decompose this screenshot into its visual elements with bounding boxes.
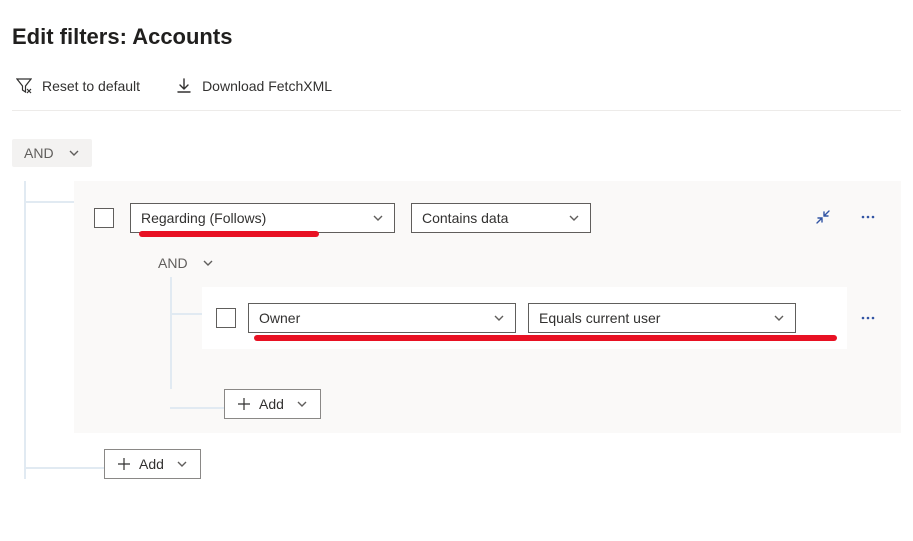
filter-reset-icon	[16, 78, 32, 94]
related-more-button[interactable]	[855, 204, 881, 233]
condition-field-select[interactable]: Owner	[248, 303, 516, 333]
tree-connector	[26, 201, 74, 203]
condition-field-value: Owner	[259, 310, 300, 326]
reset-to-default-button[interactable]: Reset to default	[12, 74, 144, 98]
chevron-down-icon	[372, 212, 384, 224]
plus-icon	[237, 397, 251, 411]
related-checkbox[interactable]	[94, 208, 114, 228]
download-icon	[176, 78, 192, 94]
inner-group-label: AND	[158, 255, 188, 271]
tree-connector	[26, 467, 104, 469]
tree-connector	[172, 313, 202, 315]
chevron-down-icon	[493, 312, 505, 324]
related-entity-value: Regarding (Follows)	[141, 210, 266, 226]
outer-add-button[interactable]: Add	[104, 449, 201, 479]
inner-add-label: Add	[259, 396, 284, 412]
download-fetchxml-button[interactable]: Download FetchXML	[172, 74, 336, 98]
collapse-related-button[interactable]	[811, 205, 835, 232]
download-label: Download FetchXML	[202, 78, 332, 94]
annotation-redline	[139, 231, 319, 237]
condition-checkbox[interactable]	[216, 308, 236, 328]
chevron-down-icon	[296, 398, 308, 410]
toolbar: Reset to default Download FetchXML	[12, 74, 901, 111]
more-horizontal-icon	[859, 309, 877, 327]
chevron-down-icon	[176, 458, 188, 470]
inner-add-button[interactable]: Add	[224, 389, 321, 419]
condition-operator-value: Equals current user	[539, 310, 660, 326]
page-title: Edit filters: Accounts	[12, 24, 901, 50]
collapse-icon	[815, 209, 831, 225]
root-group-operator[interactable]: AND	[12, 139, 92, 167]
condition-more-button[interactable]	[855, 305, 881, 334]
plus-icon	[117, 457, 131, 471]
root-group-label: AND	[24, 145, 54, 161]
related-entity-select[interactable]: Regarding (Follows)	[130, 203, 395, 233]
related-operator-value: Contains data	[422, 210, 508, 226]
chevron-down-icon	[68, 147, 80, 159]
chevron-down-icon	[202, 257, 214, 269]
chevron-down-icon	[773, 312, 785, 324]
inner-group-operator[interactable]: AND	[146, 249, 226, 277]
related-operator-select[interactable]: Contains data	[411, 203, 591, 233]
annotation-redline	[254, 335, 837, 341]
reset-label: Reset to default	[42, 78, 140, 94]
filter-tree: AND Regarding (Follows) Contains data	[12, 139, 901, 479]
tree-connector	[170, 349, 881, 389]
condition-operator-select[interactable]: Equals current user	[528, 303, 796, 333]
more-horizontal-icon	[859, 208, 877, 226]
outer-add-label: Add	[139, 456, 164, 472]
chevron-down-icon	[568, 212, 580, 224]
related-entity-group: Regarding (Follows) Contains data	[74, 181, 901, 433]
tree-connector	[170, 407, 224, 409]
condition-row: Owner Equals current user	[202, 287, 847, 349]
